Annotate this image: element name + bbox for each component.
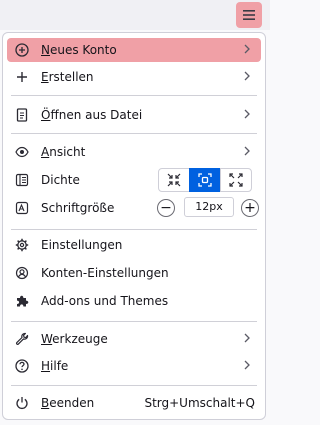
app-menu-button[interactable]	[236, 2, 262, 28]
menu-item-label: Einstellungen	[41, 238, 123, 252]
density-touch-icon	[229, 173, 243, 187]
menu-item-label: Hilfe	[41, 359, 69, 373]
menu-item-label: Erstellen	[41, 70, 94, 84]
puzzle-icon	[17, 295, 29, 307]
density-label: Dichte	[41, 173, 80, 187]
menu-item-label: Beenden	[41, 396, 95, 410]
menu-separator	[11, 229, 257, 230]
menu-item-quit[interactable]: Beenden Strg+Umschalt+Q	[7, 391, 261, 415]
menu-item-label: Konten-Einstellungen	[41, 266, 169, 280]
chevron-right-icon	[244, 109, 250, 119]
density-touch-button[interactable]	[220, 168, 252, 192]
app-menu-panel: Neues Konto Erstellen Öffnen aus Datei A…	[2, 32, 266, 420]
power-icon	[16, 397, 28, 410]
menu-separator	[11, 133, 257, 134]
menu-item-view[interactable]: Ansicht	[7, 140, 261, 164]
hamburger-icon	[243, 10, 255, 20]
density-normal-icon	[198, 173, 212, 187]
menu-item-label: Neues Konto	[41, 43, 117, 57]
font-size-increase-button[interactable]: +	[241, 199, 259, 217]
menu-separator	[11, 95, 257, 96]
gear-icon	[15, 238, 29, 252]
menu-item-label: Öffnen aus Datei	[41, 108, 143, 122]
help-icon	[15, 359, 29, 373]
menu-item-label: Werkzeuge	[41, 332, 108, 346]
menu-item-label: Ansicht	[41, 145, 86, 159]
menu-separator	[11, 385, 257, 386]
wrench-icon	[15, 332, 29, 345]
plus-icon	[17, 72, 27, 82]
menu-item-settings[interactable]: Einstellungen	[7, 233, 261, 257]
menu-item-create[interactable]: Erstellen	[7, 65, 261, 89]
density-icon	[15, 173, 29, 187]
plus-circle-icon	[15, 43, 29, 57]
font-size-icon	[15, 201, 29, 215]
menu-item-account-settings[interactable]: Konten-Einstellungen	[7, 261, 261, 285]
density-normal-button[interactable]	[189, 168, 221, 192]
density-row: Dichte	[7, 168, 261, 192]
font-size-row: Schriftgröße − 12px +	[7, 196, 261, 220]
density-compact-icon	[167, 173, 181, 187]
menu-item-tools[interactable]: Werkzeuge	[7, 327, 261, 351]
chevron-right-icon	[244, 71, 250, 81]
menu-item-open-file[interactable]: Öffnen aus Datei	[7, 103, 261, 127]
menu-item-help[interactable]: Hilfe	[7, 354, 261, 378]
menu-item-new-account[interactable]: Neues Konto	[7, 38, 261, 62]
menu-item-addons[interactable]: Add-ons und Themes	[7, 289, 261, 313]
menu-item-label: Add-ons und Themes	[41, 294, 169, 308]
font-size-decrease-button[interactable]: −	[157, 199, 175, 217]
font-size-value[interactable]: 12px	[184, 197, 234, 217]
density-toggle-group	[158, 168, 256, 192]
file-icon	[16, 108, 28, 122]
eye-icon	[15, 146, 29, 158]
chevron-right-icon	[244, 44, 250, 54]
chevron-right-icon	[244, 360, 250, 370]
menu-separator	[11, 321, 257, 322]
chevron-right-icon	[244, 146, 250, 156]
toolbar	[0, 0, 270, 30]
font-size-label: Schriftgröße	[41, 201, 115, 215]
density-compact-button[interactable]	[158, 168, 190, 192]
chevron-right-icon	[244, 333, 250, 343]
quit-shortcut: Strg+Umschalt+Q	[144, 396, 255, 410]
account-icon	[15, 266, 29, 280]
